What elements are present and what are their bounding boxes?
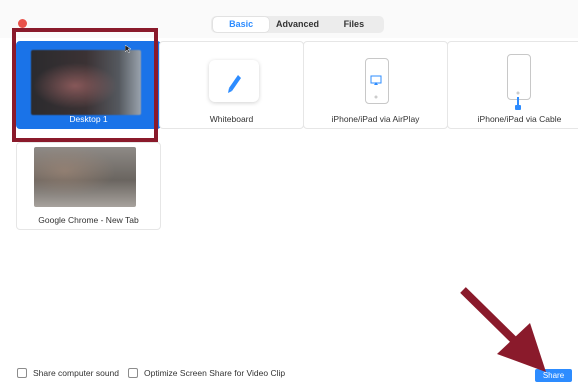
phone-airplay-icon	[365, 58, 389, 104]
phone-cable-icon	[507, 54, 531, 100]
share-option-label: Whiteboard	[209, 114, 254, 124]
whiteboard-icon	[209, 60, 259, 102]
share-option-label: Google Chrome - New Tab	[38, 215, 139, 225]
share-option-whiteboard[interactable]: Whiteboard	[159, 41, 304, 129]
checkbox[interactable]	[128, 368, 138, 378]
share-sound-label: Share computer sound	[33, 368, 119, 378]
share-option-chrome-tab[interactable]: Google Chrome - New Tab	[16, 142, 161, 230]
tab-basic[interactable]: Basic	[213, 17, 270, 32]
tab-files[interactable]: Files	[326, 17, 382, 32]
tab-bar: Basic Advanced Files	[211, 16, 384, 33]
close-window-icon[interactable]	[18, 19, 27, 28]
share-sound-checkbox-row[interactable]: Share computer sound	[17, 368, 119, 378]
share-option-label: iPhone/iPad via AirPlay	[331, 114, 420, 124]
share-button[interactable]: Share	[535, 369, 572, 382]
optimize-video-checkbox-row[interactable]: Optimize Screen Share for Video Clip	[128, 368, 285, 378]
share-option-label: iPhone/iPad via Cable	[477, 114, 562, 124]
annotation-highlight-box	[12, 28, 158, 142]
share-option-cable[interactable]: iPhone/iPad via Cable	[447, 41, 578, 129]
cable-connector-icon	[515, 105, 521, 110]
checkbox[interactable]	[17, 368, 27, 378]
share-option-airplay[interactable]: iPhone/iPad via AirPlay	[303, 41, 448, 129]
chrome-preview-thumbnail	[34, 147, 136, 207]
tab-advanced[interactable]: Advanced	[269, 17, 325, 32]
optimize-video-label: Optimize Screen Share for Video Clip	[144, 368, 286, 378]
